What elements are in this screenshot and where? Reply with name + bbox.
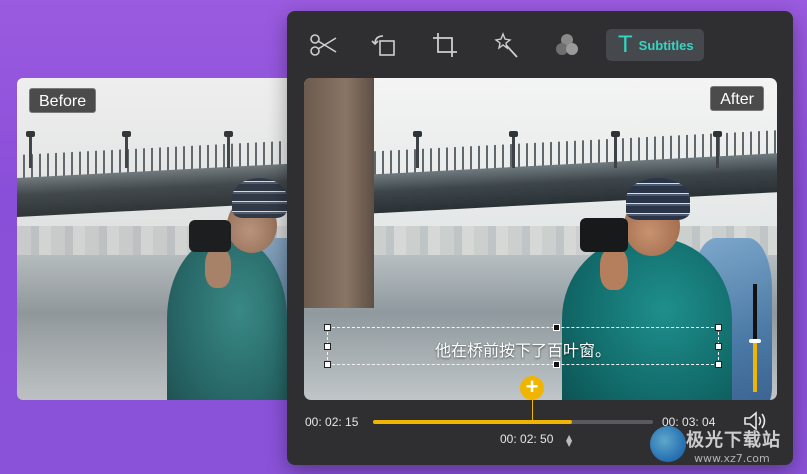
subtitles-label: Subtitles (638, 37, 694, 53)
toolbar: T Subtitles (305, 27, 704, 63)
watermark-text: 极光下载站 (686, 430, 781, 451)
watermark-url: www.xz7.com (694, 452, 770, 465)
watermark-logo-icon (650, 426, 686, 462)
scissors-icon[interactable] (305, 27, 341, 63)
magic-wand-icon[interactable] (488, 27, 524, 63)
timeline-track[interactable] (373, 420, 653, 424)
stepper-down-icon[interactable]: ▼ (566, 440, 572, 448)
editor-window: T Subtitles After 他在桥前按下了百叶窗。 + 00: 02: … (287, 11, 793, 465)
start-time: 00: 02: 15 (305, 415, 359, 429)
time-stepper[interactable]: ▲ ▼ (566, 434, 572, 448)
resize-handle[interactable] (553, 361, 560, 368)
before-photo (17, 78, 297, 400)
before-preview: Before (17, 78, 297, 400)
resize-handle[interactable] (553, 324, 560, 331)
add-subtitle-button[interactable]: + (520, 376, 544, 400)
resize-handle[interactable] (715, 361, 722, 368)
subtitles-button[interactable]: T Subtitles (606, 29, 704, 61)
volume-fill (753, 343, 757, 392)
subtitle-box[interactable]: 他在桥前按下了百叶窗。 (324, 324, 722, 368)
before-label: Before (29, 88, 97, 113)
resize-handle[interactable] (324, 324, 331, 331)
text-icon: T (618, 31, 633, 58)
resize-handle[interactable] (715, 324, 722, 331)
volume-knob[interactable] (749, 339, 761, 344)
color-circles-icon[interactable] (549, 27, 585, 63)
watermark: 极光下载站 www.xz7.com (650, 420, 800, 470)
volume-slider[interactable] (749, 284, 761, 392)
subtitle-text[interactable]: 他在桥前按下了百叶窗。 (328, 337, 718, 361)
rotate-icon[interactable] (366, 27, 402, 63)
after-preview: After 他在桥前按下了百叶窗。 (304, 78, 777, 400)
resize-handle[interactable] (324, 361, 331, 368)
timeline-progress (373, 420, 572, 424)
current-time[interactable]: 00: 02: 50 (500, 432, 553, 446)
crop-icon[interactable] (427, 27, 463, 63)
after-label: After (710, 86, 764, 111)
